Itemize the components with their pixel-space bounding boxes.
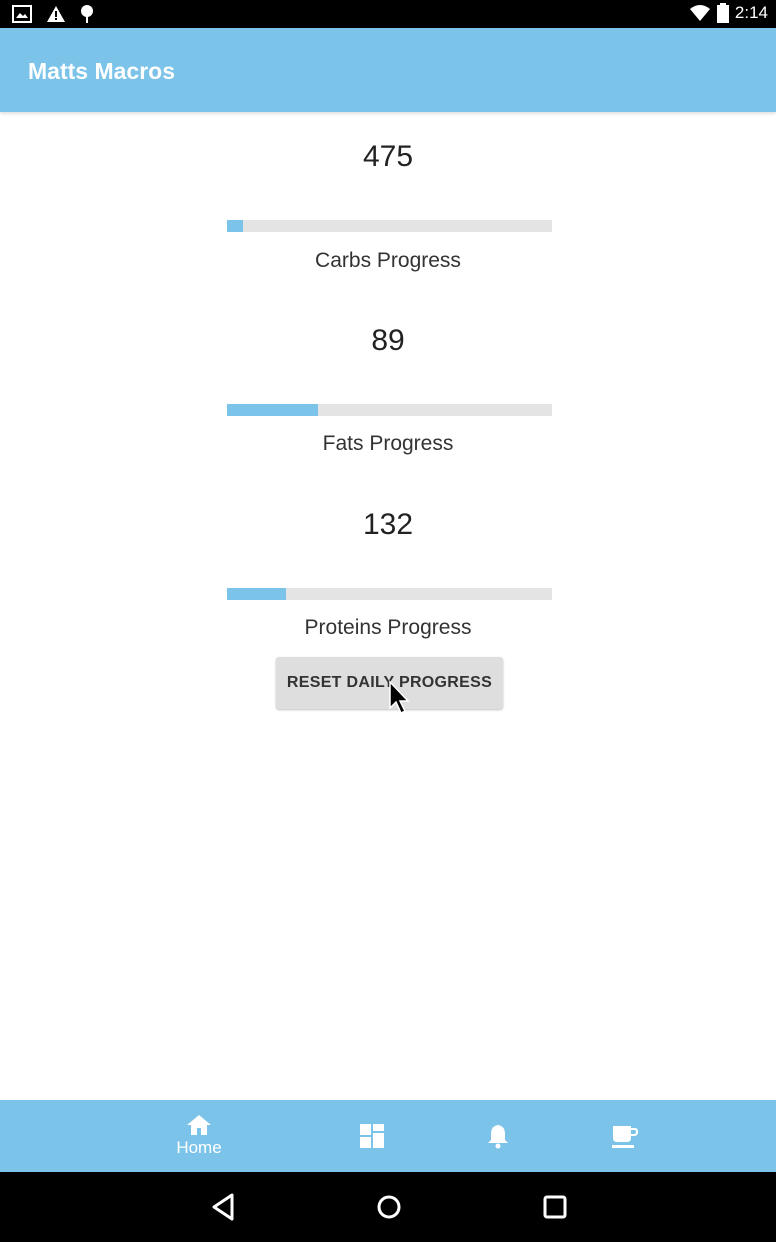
proteins-progress-label: Proteins Progress	[304, 616, 472, 639]
status-bar: 2:14	[0, 0, 776, 28]
carbs-value: 475	[362, 140, 414, 173]
nav-item-notifications[interactable]	[438, 1100, 558, 1172]
fats-progress-fill	[227, 404, 318, 416]
fats-progress-bar	[227, 404, 552, 416]
nav-item-home[interactable]: Home	[139, 1100, 259, 1172]
app-bar: Matts Macros	[0, 28, 776, 112]
mouse-cursor-icon	[389, 680, 410, 715]
home-circle-icon[interactable]	[375, 1192, 403, 1222]
photo-notification-icon	[12, 5, 32, 23]
location-pin-icon	[81, 5, 93, 23]
fats-value: 89	[371, 324, 405, 357]
back-icon[interactable]	[210, 1192, 238, 1222]
carbs-progress-bar	[227, 220, 552, 232]
coffee-cup-icon	[612, 1126, 639, 1148]
proteins-value: 132	[362, 508, 414, 541]
proteins-progress-fill	[227, 588, 286, 600]
bottom-navigation: Home	[0, 1100, 776, 1172]
bell-icon	[488, 1125, 508, 1149]
battery-icon	[716, 3, 729, 23]
carbs-progress-fill	[227, 220, 244, 232]
nav-item-coffee[interactable]	[565, 1100, 685, 1172]
proteins-progress-bar	[227, 588, 552, 600]
status-time: 2:14	[734, 3, 768, 22]
recent-apps-icon[interactable]	[541, 1192, 569, 1222]
nav-item-dashboard[interactable]	[312, 1100, 432, 1172]
fats-progress-label: Fats Progress	[322, 432, 454, 455]
warning-icon	[47, 6, 65, 22]
wifi-icon	[689, 5, 710, 21]
system-navigation-bar	[0, 1172, 776, 1242]
app-title: Matts Macros	[28, 58, 175, 84]
main-content: 475 Carbs Progress 89 Fats Progress 132 …	[0, 112, 776, 1100]
carbs-progress-label: Carbs Progress	[315, 249, 461, 272]
dashboard-icon	[360, 1124, 384, 1148]
home-icon	[187, 1115, 211, 1135]
nav-label-home: Home	[176, 1138, 222, 1157]
